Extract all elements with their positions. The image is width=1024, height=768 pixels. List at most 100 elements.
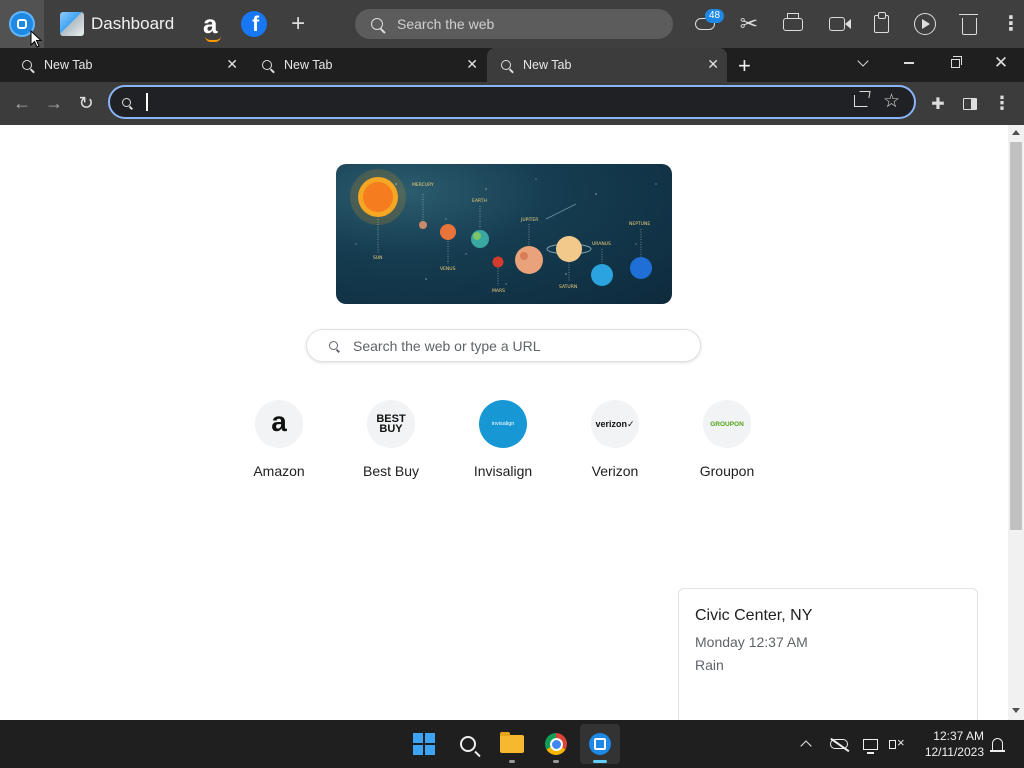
close-window-button[interactable]: ✕ xyxy=(978,48,1024,78)
dashboard-label: Dashboard xyxy=(91,14,175,33)
shortcut-best-buy[interactable]: BEST BUY Best Buy xyxy=(335,400,447,479)
dock-more-button[interactable]: ⋮ xyxy=(991,0,1024,48)
amazon-shortcut-button[interactable]: a xyxy=(188,0,232,48)
browser-menu-button[interactable]: ⋮ xyxy=(986,82,1018,125)
scroll-up-arrow-icon[interactable] xyxy=(1012,130,1020,135)
active-app-button[interactable] xyxy=(580,724,620,764)
address-bar[interactable]: ☆ xyxy=(108,85,916,119)
uranus-label: URANUS xyxy=(592,241,611,247)
dashboard-button[interactable]: Dashboard xyxy=(60,0,174,48)
shortcut-verizon[interactable]: verizon✓ Verizon xyxy=(559,400,671,479)
scroll-down-arrow-icon[interactable] xyxy=(1012,708,1020,713)
clock-time: 12:37 AM xyxy=(933,729,984,743)
tab-title: New Tab xyxy=(523,58,572,72)
text-caret xyxy=(146,93,148,111)
side-panel-button[interactable] xyxy=(954,82,986,125)
shortcut-groupon[interactable]: GROUPON Groupon xyxy=(671,400,783,479)
running-indicator xyxy=(553,760,559,763)
weather-time: Monday 12:37 AM xyxy=(695,634,808,650)
scrollbar-thumb[interactable] xyxy=(1010,142,1022,530)
ntp-search-box[interactable]: Search the web or type a URL xyxy=(306,329,701,362)
show-hidden-icons-button[interactable] xyxy=(796,720,816,768)
address-input[interactable] xyxy=(144,92,824,112)
network-button[interactable] xyxy=(860,720,880,768)
search-icon xyxy=(122,97,131,107)
search-icon xyxy=(501,60,511,70)
back-button[interactable]: ← xyxy=(6,82,38,125)
tab-new-tab-1[interactable]: New Tab ✕ xyxy=(8,48,246,82)
tab-search-button[interactable] xyxy=(840,48,886,78)
chrome-button[interactable] xyxy=(536,724,576,764)
mercury-label: MERCURY xyxy=(412,182,434,188)
volume-button[interactable] xyxy=(886,720,908,768)
restore-button[interactable] xyxy=(932,48,978,78)
active-indicator xyxy=(593,760,607,763)
bookmark-star-icon[interactable]: ☆ xyxy=(883,90,900,113)
speaker-muted-icon xyxy=(889,735,905,751)
tab-new-tab-3[interactable]: New Tab ✕ xyxy=(487,48,727,82)
side-panel-icon xyxy=(963,97,977,110)
facebook-shortcut-button[interactable]: f xyxy=(232,0,276,48)
chevron-up-icon xyxy=(800,740,812,752)
tab-new-tab-2[interactable]: New Tab ✕ xyxy=(248,48,486,82)
extensions-button[interactable]: ✚ xyxy=(922,82,954,125)
forward-button[interactable]: → xyxy=(38,82,70,125)
windows-logo-icon xyxy=(413,733,435,755)
trash-icon xyxy=(958,13,978,35)
best-buy-logo-icon: BEST BUY xyxy=(367,400,415,448)
more-vertical-icon: ⋮ xyxy=(993,93,1011,113)
video-camera-icon xyxy=(829,17,845,31)
clipboard-button[interactable] xyxy=(859,0,903,48)
facebook-icon: f xyxy=(241,11,268,37)
dock-search-bar[interactable]: Search the web xyxy=(355,9,673,39)
file-explorer-button[interactable] xyxy=(492,724,532,764)
windows-taskbar: 12:37 AM 12/11/2023 xyxy=(0,720,1024,768)
clipboard-icon xyxy=(873,12,889,33)
solar-system-doodle[interactable]: SUN MERCURY VENUS EARTH MARS JUPITER SAT… xyxy=(336,164,672,304)
chrome-icon xyxy=(545,733,567,755)
shortcut-label: Best Buy xyxy=(362,463,420,479)
trash-button[interactable] xyxy=(947,0,991,48)
network-icon xyxy=(862,738,878,754)
folder-icon xyxy=(500,732,524,753)
arrow-right-icon: → xyxy=(45,93,63,113)
video-button[interactable] xyxy=(815,0,859,48)
weather-card[interactable]: Civic Center, NY Monday 12:37 AM Rain xyxy=(678,588,978,720)
play-button[interactable] xyxy=(903,0,947,48)
onedrive-button[interactable] xyxy=(826,720,852,768)
puzzle-icon: ✚ xyxy=(931,95,945,113)
share-icon[interactable] xyxy=(854,95,868,107)
shortcut-invisalign[interactable]: invisalign Invisalign xyxy=(447,400,559,479)
search-icon xyxy=(22,60,32,70)
amazon-logo-icon: a xyxy=(255,400,303,448)
chevron-down-icon xyxy=(857,55,869,67)
minimize-button[interactable] xyxy=(886,48,932,78)
close-icon[interactable]: ✕ xyxy=(226,56,238,73)
clock-date: 12/11/2023 xyxy=(924,745,984,759)
shortcut-amazon[interactable]: a Amazon xyxy=(223,400,335,479)
reload-button[interactable]: ↻ xyxy=(70,82,102,125)
add-shortcut-button[interactable]: + xyxy=(276,0,320,48)
shortcut-label: Amazon xyxy=(253,463,305,479)
weather-button[interactable]: 48 xyxy=(683,0,727,48)
system-clock[interactable]: 12:37 AM 12/11/2023 xyxy=(912,728,984,760)
screenshot-button[interactable]: ✂ xyxy=(727,0,771,48)
start-button[interactable] xyxy=(404,724,444,764)
amazon-icon: a xyxy=(203,11,221,42)
close-icon[interactable]: ✕ xyxy=(466,56,478,73)
search-icon xyxy=(460,736,476,752)
close-icon[interactable]: ✕ xyxy=(707,56,719,73)
vertical-scrollbar[interactable] xyxy=(1008,125,1024,720)
weather-condition: Rain xyxy=(695,657,724,673)
search-icon xyxy=(329,341,338,350)
app-dock-bar: Dashboard a f + Search the web 48 ✂ ⋮ xyxy=(0,0,1024,48)
saturn-label: SATURN xyxy=(559,284,577,290)
invisalign-logo-icon: invisalign xyxy=(479,400,527,448)
new-tab-button[interactable]: + xyxy=(738,53,751,79)
groupon-logo-icon: GROUPON xyxy=(703,400,751,448)
print-button[interactable] xyxy=(771,0,815,48)
running-indicator xyxy=(509,760,515,763)
taskbar-search-button[interactable] xyxy=(448,724,488,764)
notifications-button[interactable] xyxy=(988,720,1006,768)
mouse-cursor-icon xyxy=(30,30,43,48)
